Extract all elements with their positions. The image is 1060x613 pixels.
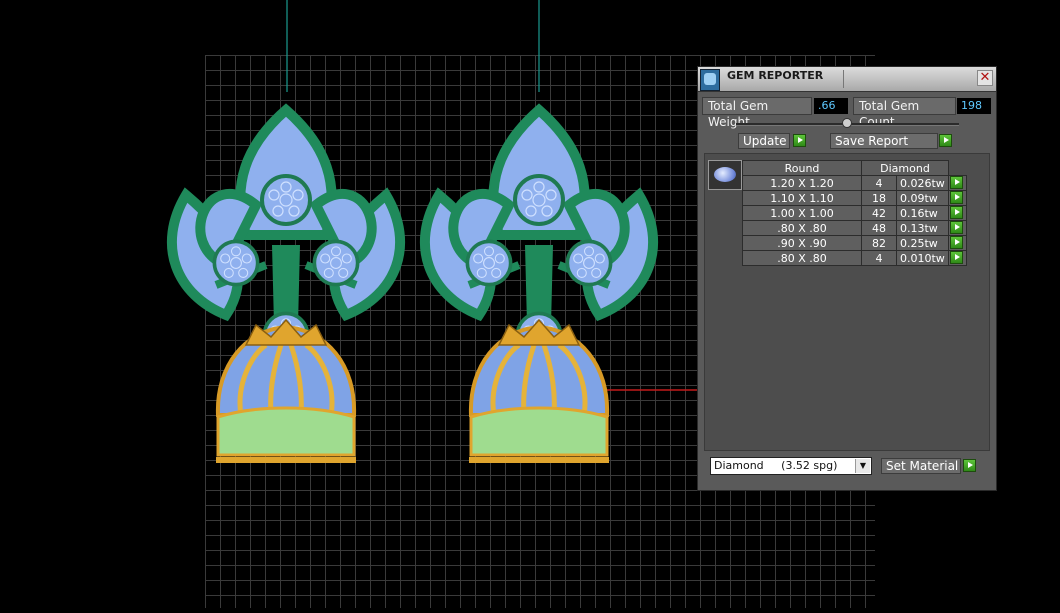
panel-title: GEM REPORTER (727, 69, 824, 82)
row-weight: 0.010tw (896, 250, 949, 266)
table-row: 1.20 X 1.20 4 0.026tw (742, 175, 967, 191)
row-count: 42 (861, 205, 897, 221)
close-button[interactable]: ✕ (977, 70, 993, 86)
oval-gem-icon[interactable] (708, 160, 742, 190)
row-count: 4 (861, 175, 897, 191)
row-size: 1.00 X 1.00 (742, 205, 862, 221)
select-row-icon[interactable] (950, 236, 963, 249)
row-weight: 0.026tw (896, 175, 949, 191)
total-gem-count-label: Total Gem Count (853, 97, 956, 129)
panel-titlebar[interactable]: GEM REPORTER ✕ (698, 67, 996, 92)
select-row-icon[interactable] (950, 221, 963, 234)
row-action[interactable] (948, 190, 967, 206)
chevron-down-icon[interactable]: ▼ (855, 459, 870, 473)
row-weight: 0.13tw (896, 220, 949, 236)
total-gem-count-value: 198 (957, 98, 991, 114)
row-action[interactable] (948, 175, 967, 191)
header-shape: Round (742, 160, 862, 176)
gem-reporter-icon (700, 69, 720, 91)
row-size: 1.20 X 1.20 (742, 175, 862, 191)
table-row: .80 X .80 4 0.010tw (742, 250, 967, 266)
gem-reporter-panel: GEM REPORTER ✕ Total Gem Weight .66 Tota… (697, 66, 997, 491)
row-count: 18 (861, 190, 897, 206)
set-material-arrow-icon[interactable] (963, 459, 976, 472)
table-row: .80 X .80 48 0.13tw (742, 220, 967, 236)
left-earring-model (172, 110, 400, 463)
save-report-arrow-icon[interactable] (939, 134, 952, 147)
row-action[interactable] (948, 220, 967, 236)
table-row: 1.10 X 1.10 18 0.09tw (742, 190, 967, 206)
header-material: Diamond (861, 160, 949, 176)
row-weight: 0.16tw (896, 205, 949, 221)
row-weight: 0.09tw (896, 190, 949, 206)
material-dropdown-value: Diamond (3.52 spg) (714, 459, 838, 472)
update-arrow-icon[interactable] (793, 134, 806, 147)
row-count: 48 (861, 220, 897, 236)
table-header-row: Round Diamond (742, 160, 967, 176)
row-action[interactable] (948, 250, 967, 266)
table-row: 1.00 X 1.00 42 0.16tw (742, 205, 967, 221)
update-button[interactable]: Update (738, 133, 790, 149)
row-weight: 0.25tw (896, 235, 949, 251)
row-size: 1.10 X 1.10 (742, 190, 862, 206)
select-row-icon[interactable] (950, 206, 963, 219)
total-gem-weight-label: Total Gem Weight (702, 97, 812, 129)
row-size: .90 X .90 (742, 235, 862, 251)
select-row-icon[interactable] (950, 251, 963, 264)
save-report-button[interactable]: Save Report (830, 133, 938, 149)
set-material-button[interactable]: Set Material (881, 458, 961, 474)
total-gem-weight-value: .66 (814, 98, 848, 114)
select-row-icon[interactable] (950, 176, 963, 189)
panel-slider-knob[interactable] (842, 118, 852, 128)
title-divider (843, 70, 844, 88)
gem-table: Round Diamond 1.20 X 1.20 4 0.026tw 1.10… (742, 160, 967, 266)
gem-report-area: Round Diamond 1.20 X 1.20 4 0.026tw 1.10… (704, 153, 990, 451)
material-dropdown[interactable]: Diamond (3.52 spg) ▼ (710, 457, 872, 475)
row-action[interactable] (948, 205, 967, 221)
table-row: .90 X .90 82 0.25tw (742, 235, 967, 251)
row-size: .80 X .80 (742, 250, 862, 266)
select-row-icon[interactable] (950, 191, 963, 204)
row-size: .80 X .80 (742, 220, 862, 236)
row-count: 4 (861, 250, 897, 266)
right-earring-model (425, 110, 653, 463)
row-action[interactable] (948, 235, 967, 251)
row-count: 82 (861, 235, 897, 251)
